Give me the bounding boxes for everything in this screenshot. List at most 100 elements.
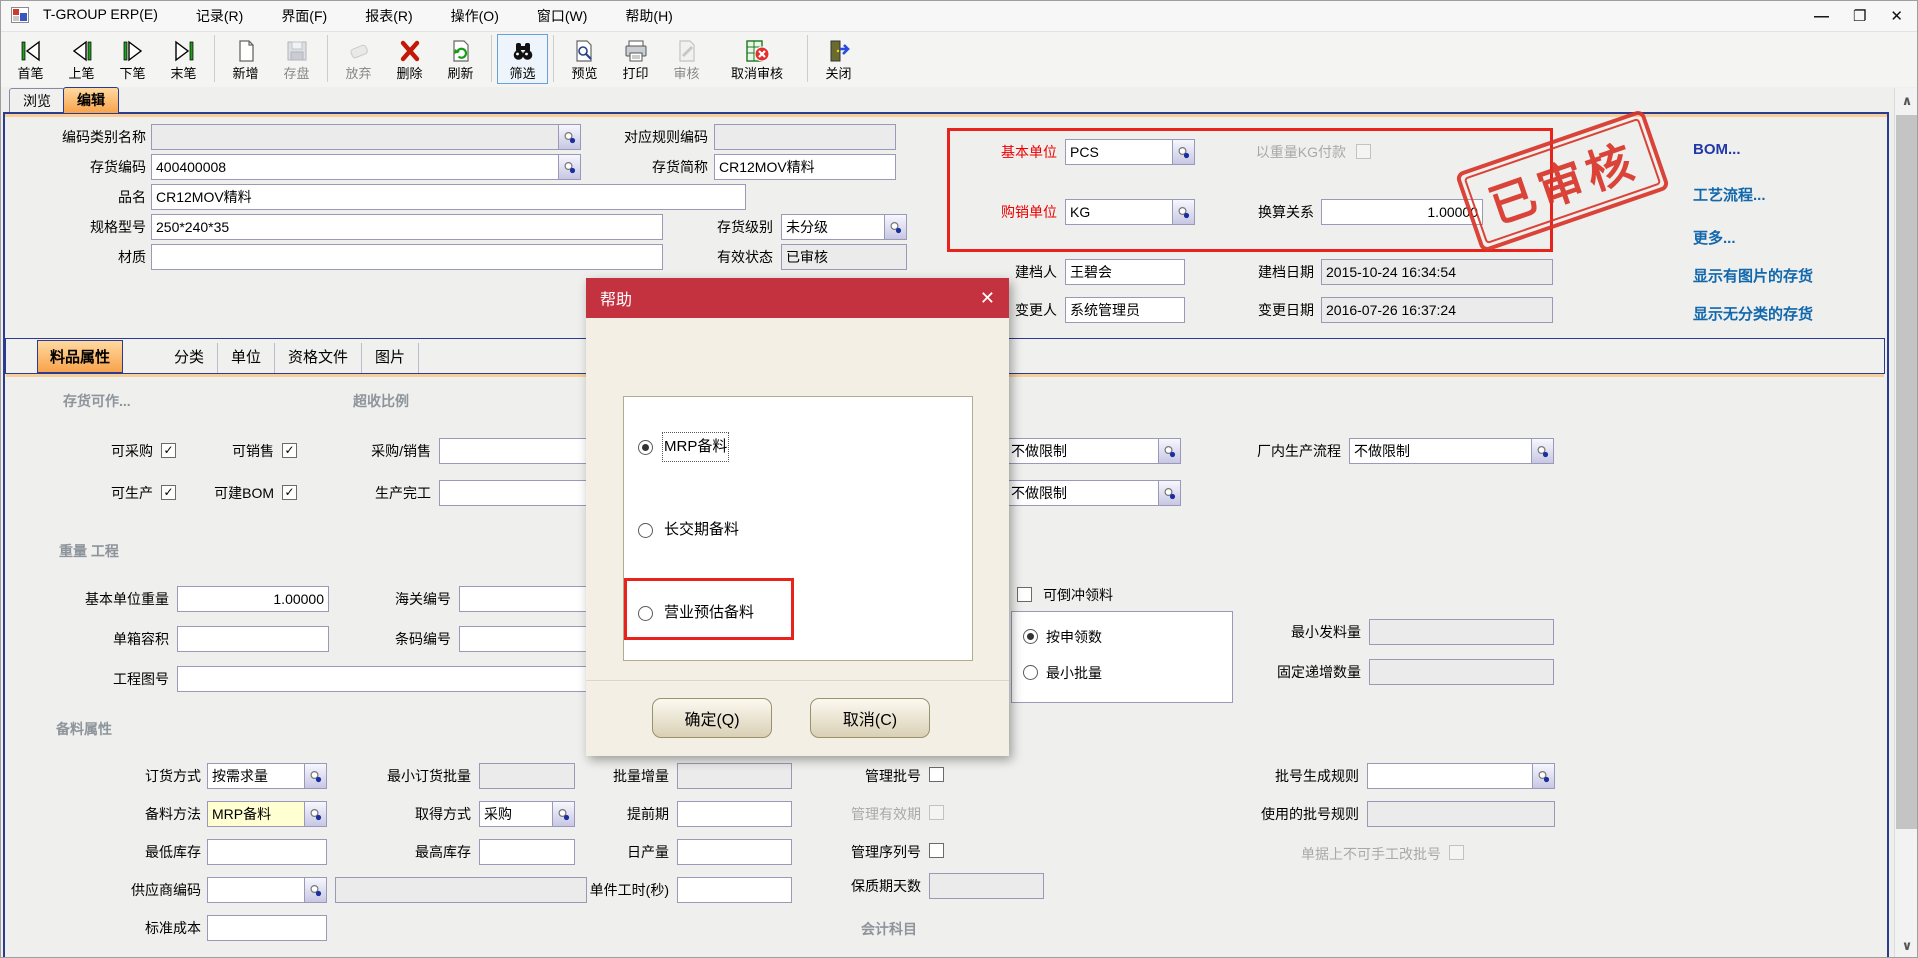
option-long-lead-radio[interactable] bbox=[638, 523, 653, 538]
created-date-value: 2015-10-24 16:34:54 bbox=[1322, 264, 1552, 280]
stock-abbr-field[interactable]: CR12MOV精料 bbox=[714, 154, 896, 180]
delete-button[interactable]: 删除 bbox=[384, 34, 435, 84]
batch-rule-field[interactable] bbox=[1367, 763, 1555, 789]
cancel-button[interactable]: 取消(C) bbox=[810, 698, 930, 738]
subtab-item-qualification[interactable]: 资格文件 bbox=[275, 343, 362, 373]
lookup-icon[interactable] bbox=[1158, 481, 1180, 505]
menu-item-record[interactable]: 记录(R) bbox=[192, 4, 247, 28]
scroll-up-icon[interactable]: ∧ bbox=[1895, 89, 1918, 113]
link-more[interactable]: 更多... bbox=[1693, 227, 1736, 248]
link-bom[interactable]: BOM... bbox=[1693, 141, 1741, 158]
manage-serial-checkbox[interactable] bbox=[929, 843, 944, 858]
lookup-icon[interactable] bbox=[304, 802, 326, 826]
sellable-checkbox[interactable] bbox=[282, 443, 297, 458]
subtab-item-images[interactable]: 图片 bbox=[362, 343, 419, 373]
shelf-days-field[interactable] bbox=[929, 873, 1044, 899]
vertical-scrollbar[interactable]: ∧ ∨ bbox=[1894, 88, 1918, 958]
lookup-icon[interactable] bbox=[304, 764, 326, 788]
box-volume-field[interactable] bbox=[177, 626, 329, 652]
lookup-icon[interactable] bbox=[558, 125, 580, 149]
preview-button[interactable]: 预览 bbox=[559, 34, 610, 84]
unit-time-field[interactable] bbox=[677, 877, 792, 903]
backflush-checkbox[interactable] bbox=[1017, 587, 1032, 602]
max-stock-field[interactable] bbox=[479, 839, 575, 865]
cancel-audit-button[interactable]: 取消审核 bbox=[712, 34, 802, 84]
dialog-close-icon[interactable]: ✕ bbox=[980, 288, 995, 309]
batch-increment-field[interactable] bbox=[677, 763, 792, 789]
by-application-radio[interactable] bbox=[1023, 629, 1038, 644]
close-window-button[interactable]: 关闭 bbox=[813, 34, 864, 84]
subtab-item-attributes[interactable]: 料品属性 bbox=[37, 340, 123, 373]
code-category-field[interactable] bbox=[151, 124, 581, 150]
product-name-field[interactable]: CR12MOV精料 bbox=[151, 184, 746, 210]
limit-field-1[interactable]: 不做限制 bbox=[1006, 438, 1181, 464]
menu-item-interface[interactable]: 界面(F) bbox=[277, 4, 331, 28]
min-order-field[interactable] bbox=[479, 763, 575, 789]
used-rule-field[interactable] bbox=[1367, 801, 1555, 827]
prep-method-field[interactable]: MRP备料 bbox=[207, 801, 327, 827]
producible-checkbox[interactable] bbox=[161, 485, 176, 500]
lookup-icon[interactable] bbox=[1158, 439, 1180, 463]
by-application-label: 按申领数 bbox=[1046, 624, 1166, 650]
order-method-field[interactable]: 按需求量 bbox=[207, 763, 327, 789]
restore-icon[interactable]: ❐ bbox=[1853, 9, 1866, 24]
lookup-icon[interactable] bbox=[1532, 764, 1554, 788]
scrollbar-thumb[interactable] bbox=[1896, 115, 1918, 829]
link-process-flow[interactable]: 工艺流程... bbox=[1693, 184, 1766, 205]
rule-code-field[interactable] bbox=[714, 124, 896, 150]
lookup-icon[interactable] bbox=[552, 802, 574, 826]
acquire-method-field[interactable]: 采购 bbox=[479, 801, 575, 827]
lookup-icon[interactable] bbox=[304, 878, 326, 902]
menu-item-report[interactable]: 报表(R) bbox=[361, 4, 416, 28]
purchasable-checkbox[interactable] bbox=[161, 443, 176, 458]
factory-flow-field[interactable]: 不做限制 bbox=[1349, 438, 1554, 464]
unit-weight-field[interactable]: 1.00000 bbox=[177, 586, 329, 612]
fixed-increment-field[interactable] bbox=[1369, 659, 1554, 685]
subtab-item-units[interactable]: 单位 bbox=[218, 343, 275, 373]
bom-buildable-checkbox[interactable] bbox=[282, 485, 297, 500]
menu-item-help[interactable]: 帮助(H) bbox=[621, 4, 676, 28]
drawing-no-field[interactable] bbox=[177, 666, 641, 692]
spec-field[interactable]: 250*240*35 bbox=[151, 214, 663, 240]
new-button[interactable]: 新增 bbox=[220, 34, 271, 84]
min-issue-field[interactable] bbox=[1369, 619, 1554, 645]
last-record-button[interactable]: 末笔 bbox=[158, 34, 209, 84]
limit-field-2[interactable]: 不做限制 bbox=[1006, 480, 1181, 506]
supplier-code-field[interactable] bbox=[207, 877, 327, 903]
tab-edit[interactable]: 编辑 bbox=[63, 87, 119, 113]
material-field[interactable] bbox=[151, 244, 663, 270]
production-complete-label: 生产完工 bbox=[331, 480, 431, 506]
menu-item-operation[interactable]: 操作(O) bbox=[447, 4, 503, 28]
menu-item-app[interactable]: T-GROUP ERP(E) bbox=[39, 4, 162, 28]
link-show-with-images[interactable]: 显示有图片的存货 bbox=[1693, 265, 1813, 286]
refresh-button[interactable]: 刷新 bbox=[435, 34, 486, 84]
lookup-icon[interactable] bbox=[884, 215, 906, 239]
next-record-button[interactable]: 下笔 bbox=[107, 34, 158, 84]
filter-button[interactable]: 筛选 bbox=[497, 34, 548, 84]
tab-browse[interactable]: 浏览 bbox=[9, 88, 65, 114]
supplier-name-field bbox=[335, 877, 587, 903]
first-record-button[interactable]: 首笔 bbox=[5, 34, 56, 84]
lead-time-field[interactable] bbox=[677, 801, 792, 827]
min-stock-field[interactable] bbox=[207, 839, 327, 865]
min-batch-radio[interactable] bbox=[1023, 665, 1038, 680]
menu-item-window[interactable]: 窗口(W) bbox=[533, 4, 592, 28]
link-show-unclassified[interactable]: 显示无分类的存货 bbox=[1693, 303, 1813, 324]
stock-code-field[interactable]: 400400008 bbox=[151, 154, 581, 180]
option-long-lead-label[interactable]: 长交期备料 bbox=[664, 517, 739, 543]
manage-batch-checkbox[interactable] bbox=[929, 767, 944, 782]
option-mrp-label[interactable]: MRP备料 bbox=[664, 434, 727, 460]
lookup-icon[interactable] bbox=[558, 155, 580, 179]
lookup-icon[interactable] bbox=[1531, 439, 1553, 463]
close-icon[interactable]: ✕ bbox=[1890, 9, 1903, 24]
print-button[interactable]: 打印 bbox=[610, 34, 661, 84]
daily-output-field[interactable] bbox=[677, 839, 792, 865]
scroll-down-icon[interactable]: ∨ bbox=[1895, 934, 1918, 958]
minimize-icon[interactable]: — bbox=[1814, 9, 1829, 24]
std-cost-field[interactable] bbox=[207, 915, 327, 941]
prev-record-button[interactable]: 上笔 bbox=[56, 34, 107, 84]
stock-level-field[interactable]: 未分级 bbox=[781, 214, 907, 240]
subtab-item-classification[interactable]: 分类 bbox=[161, 343, 218, 373]
option-mrp-radio[interactable] bbox=[638, 440, 653, 455]
ok-button[interactable]: 确定(Q) bbox=[652, 698, 772, 738]
